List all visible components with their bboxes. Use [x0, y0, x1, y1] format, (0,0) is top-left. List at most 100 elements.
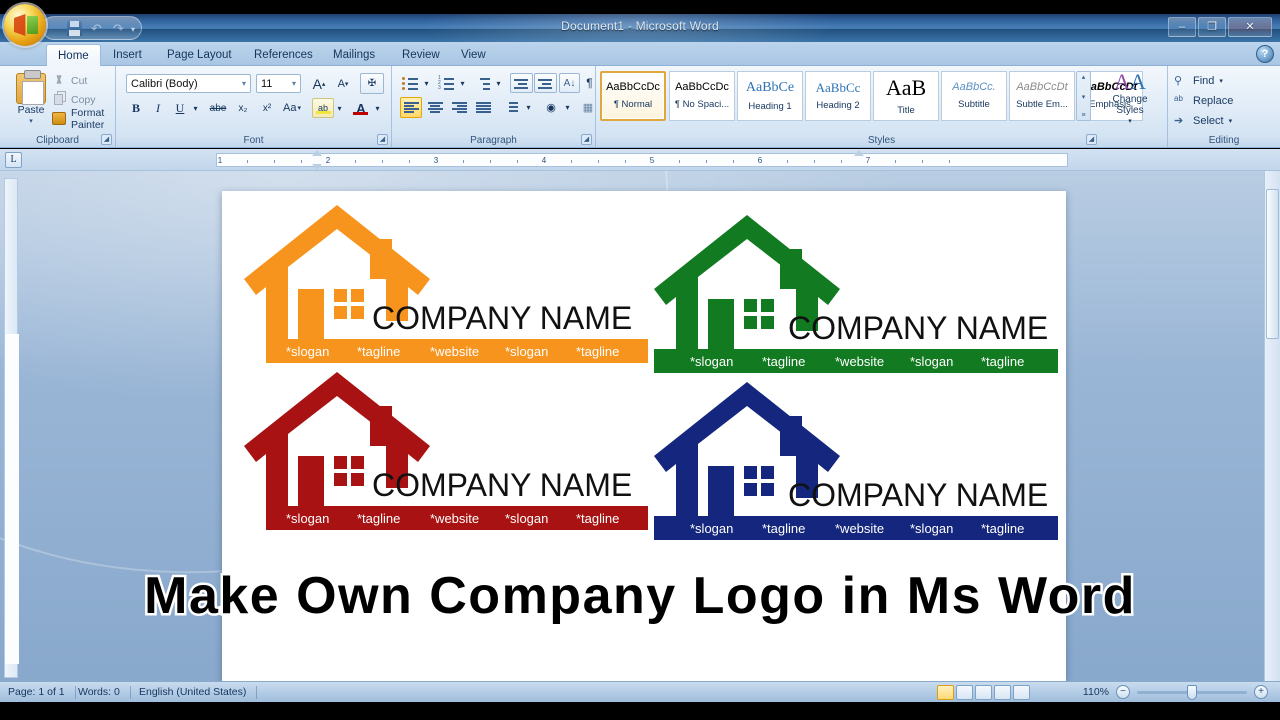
bold-button[interactable]: B — [126, 98, 146, 118]
style-subtitle[interactable]: AaBbCc. Subtitle — [941, 71, 1007, 121]
styles-scroll-up-icon[interactable]: ▴ — [1082, 73, 1086, 81]
styles-dialog-launcher-icon[interactable]: ◢ — [1086, 134, 1097, 145]
style-title[interactable]: AaB Title — [873, 71, 939, 121]
redo-icon[interactable]: ↷ — [111, 21, 126, 36]
cut-button[interactable]: Cut — [52, 72, 87, 89]
draft-view-button[interactable] — [1013, 685, 1030, 700]
underline-button[interactable]: U — [170, 98, 190, 118]
tab-view[interactable]: View — [450, 44, 497, 66]
find-button[interactable]: ⚲ Find ▾ — [1174, 72, 1223, 90]
full-screen-reading-view-button[interactable] — [956, 685, 973, 700]
office-button[interactable] — [4, 4, 46, 46]
style-normal[interactable]: AaBbCcDc ¶ Normal — [600, 71, 666, 121]
logo-orange[interactable]: COMPANY NAME *slogan *tagline *website *… — [244, 203, 648, 363]
logo-red[interactable]: COMPANY NAME *slogan *tagline *website *… — [244, 370, 648, 530]
show-formatting-marks-button[interactable]: ¶ — [582, 73, 597, 93]
style-heading-1[interactable]: AaBbCе Heading 1 — [737, 71, 803, 121]
help-icon[interactable]: ? — [1256, 45, 1274, 63]
underline-dropdown-icon[interactable]: ▾ — [190, 98, 201, 118]
style-no-spacing[interactable]: AaBbCcDc ¶ No Spaci... — [669, 71, 735, 121]
change-styles-dropdown-icon[interactable]: ▾ — [1128, 116, 1132, 127]
word-count[interactable]: Words: 0 — [78, 686, 131, 699]
font-color-button[interactable]: A — [350, 98, 372, 118]
numbering-button[interactable]: 1 2 3 — [436, 73, 457, 93]
print-layout-view-button[interactable] — [937, 685, 954, 700]
style-subtle-emphasis[interactable]: AaBbCcDt Subtle Em... — [1009, 71, 1075, 121]
select-button[interactable]: ➔ Select ▾ — [1174, 112, 1232, 130]
zoom-slider-handle[interactable] — [1187, 684, 1197, 700]
right-indent-marker[interactable] — [854, 150, 864, 156]
bullets-button[interactable] — [400, 73, 421, 93]
sort-button[interactable]: A↓ — [559, 73, 580, 93]
font-name-input[interactable]: Calibri (Body) ▾ — [126, 74, 251, 93]
shading-button[interactable]: ◉ — [540, 97, 562, 118]
change-styles-button[interactable]: AA Change Styles ▾ — [1099, 70, 1161, 130]
web-layout-view-button[interactable] — [975, 685, 992, 700]
tab-references[interactable]: References — [243, 44, 324, 66]
line-spacing-dropdown-icon[interactable]: ▾ — [523, 97, 534, 118]
highlight-dropdown-icon[interactable]: ▾ — [334, 98, 345, 118]
justify-button[interactable] — [472, 97, 494, 118]
zoom-level[interactable]: 110% — [1083, 686, 1109, 698]
format-painter-button[interactable]: Format Painter — [52, 107, 115, 131]
logo-blue[interactable]: COMPANY NAME *slogan *tagline *website *… — [654, 380, 1058, 540]
tab-home[interactable]: Home — [46, 44, 101, 66]
shading-dropdown-icon[interactable]: ▾ — [562, 97, 573, 118]
style-heading-2[interactable]: AaBbCc Heading 2 — [805, 71, 871, 121]
copy-button[interactable]: Copy — [52, 91, 96, 108]
ruler-scale[interactable]: 1 2 3 4 5 6 7 — [216, 150, 1068, 170]
tab-page-layout[interactable]: Page Layout — [156, 44, 243, 66]
numbering-dropdown-icon[interactable]: ▾ — [457, 73, 468, 93]
line-spacing-button[interactable] — [500, 97, 523, 118]
text-highlight-button[interactable]: ab — [312, 98, 334, 118]
zoom-in-button[interactable]: + — [1254, 685, 1268, 699]
font-size-input[interactable]: 11 ▾ — [256, 74, 301, 93]
font-name-dropdown-icon[interactable]: ▾ — [242, 79, 246, 88]
bullets-dropdown-icon[interactable]: ▾ — [421, 73, 432, 93]
align-right-button[interactable] — [448, 97, 470, 118]
language-indicator[interactable]: English (United States) — [139, 686, 258, 699]
replace-button[interactable]: ab Replace — [1174, 92, 1233, 110]
zoom-out-button[interactable]: − — [1116, 685, 1130, 699]
page-indicator[interactable]: Page: 1 of 1 — [8, 686, 76, 699]
tab-stop-selector[interactable]: L — [5, 152, 22, 168]
italic-button[interactable]: I — [148, 98, 168, 118]
styles-gallery-scrollbar[interactable]: ▴ ▾ ≡ — [1076, 71, 1091, 121]
save-icon[interactable] — [67, 20, 82, 36]
close-button[interactable]: ✕ — [1228, 17, 1272, 37]
grow-font-button[interactable]: A ▴ — [308, 74, 330, 93]
horizontal-ruler[interactable]: L 1 2 3 4 5 6 7 — [0, 149, 1280, 171]
logo-green[interactable]: COMPANY NAME *slogan *tagline *website *… — [654, 213, 1058, 373]
change-case-button[interactable]: Aa ▾ — [280, 98, 304, 118]
outline-view-button[interactable] — [994, 685, 1011, 700]
strikethrough-button[interactable]: abe — [206, 98, 230, 118]
hanging-indent-marker[interactable] — [312, 164, 322, 170]
tab-mailings[interactable]: Mailings — [322, 44, 386, 66]
zoom-slider[interactable] — [1137, 684, 1247, 700]
minimize-button[interactable]: – — [1168, 17, 1196, 37]
align-center-button[interactable] — [424, 97, 446, 118]
styles-scroll-down-icon[interactable]: ▾ — [1082, 93, 1086, 101]
paste-button[interactable]: Paste ▾ — [8, 70, 54, 133]
shrink-font-button[interactable]: A ▾ — [332, 74, 354, 93]
scrollbar-thumb[interactable] — [1266, 189, 1279, 339]
multilevel-dropdown-icon[interactable]: ▾ — [493, 73, 504, 93]
font-size-dropdown-icon[interactable]: ▾ — [292, 79, 296, 88]
increase-indent-button[interactable] — [534, 73, 557, 93]
restore-button[interactable]: ❐ — [1198, 17, 1226, 37]
clipboard-dialog-launcher-icon[interactable]: ◢ — [101, 134, 112, 145]
paragraph-dialog-launcher-icon[interactable]: ◢ — [581, 134, 592, 145]
styles-more-icon[interactable]: ≡ — [1081, 112, 1085, 119]
clear-formatting-button[interactable]: ✠ — [360, 73, 384, 94]
multilevel-list-button[interactable] — [472, 73, 493, 93]
font-dialog-launcher-icon[interactable]: ◢ — [377, 134, 388, 145]
tab-review[interactable]: Review — [391, 44, 451, 66]
first-line-indent-marker[interactable] — [312, 150, 322, 156]
subscript-button[interactable]: x₂ — [232, 98, 254, 118]
decrease-indent-button[interactable] — [510, 73, 533, 93]
find-dropdown-icon[interactable]: ▾ — [1219, 77, 1223, 85]
customize-qat-icon[interactable]: ▾ — [131, 25, 135, 34]
font-color-dropdown-icon[interactable]: ▾ — [372, 98, 383, 118]
align-left-button[interactable] — [400, 97, 422, 118]
undo-icon[interactable]: ↶ — [89, 21, 104, 36]
